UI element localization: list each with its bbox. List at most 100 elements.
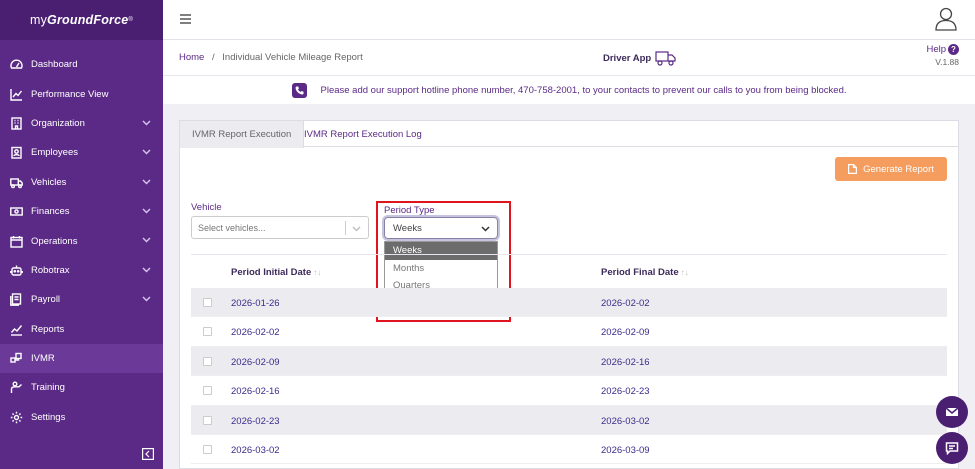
tab-ivmr-report-execution-log[interactable]: IVMR Report Execution Log (292, 121, 434, 147)
breadcrumb: Home / Individual Vehicle Mileage Report (179, 52, 363, 63)
row-checkbox[interactable] (203, 298, 212, 307)
chevron-down-icon (142, 118, 152, 128)
period-initial-date: 2026-02-23 (231, 415, 280, 427)
table-body: 2026-01-26 2026-02-02 2026-02-02 2026-02-09… (191, 288, 947, 465)
row-checkbox[interactable] (203, 415, 212, 425)
tab-ivmr-report-execution[interactable]: IVMR Report Execution (180, 121, 305, 148)
money-icon (9, 205, 23, 219)
period-initial-date: 2026-02-16 (231, 386, 280, 398)
help-icon: ? (948, 44, 959, 55)
table-row[interactable]: 2026-02-23 2026-03-02 (191, 405, 947, 435)
period-initial-date: 2026-02-02 (231, 327, 280, 339)
truck-icon (9, 175, 23, 189)
period-type-select[interactable]: Weeks (384, 217, 498, 239)
version-label: V.1.88 (935, 57, 959, 67)
training-icon (9, 381, 23, 395)
phone-icon (291, 82, 307, 98)
user-icon[interactable] (935, 7, 957, 31)
row-checkbox[interactable] (203, 444, 212, 454)
logo-prefix: my (29, 13, 48, 27)
chat-button[interactable] (936, 432, 968, 464)
period-final-date: 2026-03-02 (601, 415, 650, 427)
vehicle-select[interactable]: Select vehicles... (191, 216, 369, 239)
sidebar-item-label: Robotrax (31, 264, 70, 276)
sidebar-item-settings[interactable]: Settings (0, 403, 163, 432)
sidebar-item-training[interactable]: Training (0, 373, 163, 402)
row-checkbox[interactable] (203, 386, 212, 396)
sidebar-item-label: Settings (31, 411, 66, 423)
sidebar-item-vehicles[interactable]: Vehicles (0, 168, 163, 197)
column-header-label: Period Initial Date (231, 267, 312, 278)
column-header-label: Period Final Date (601, 267, 679, 278)
table-row[interactable]: 2026-03-02 2026-03-09 (191, 435, 947, 465)
sidebar-item-label: Reports (31, 323, 65, 335)
breadcrumb-home[interactable]: Home (179, 52, 204, 63)
period-type-value: Weeks (393, 222, 422, 234)
sidebar-item-operations[interactable]: Operations (0, 226, 163, 255)
menu-icon[interactable] (180, 14, 191, 24)
sort-icon[interactable]: ↑↓ (681, 268, 689, 277)
chevron-down-icon (142, 235, 152, 245)
sidebar-item-robotrax[interactable]: Robotrax (0, 256, 163, 285)
sidebar-item-organization[interactable]: Organization (0, 109, 163, 138)
period-initial-date: 2026-02-09 (231, 356, 280, 368)
top-bar (163, 0, 975, 40)
chat-icon (945, 442, 959, 455)
sidebar-item-finances[interactable]: Finances (0, 197, 163, 226)
period-final-date: 2026-02-09 (601, 327, 650, 339)
period-initial-date: 2026-03-02 (231, 444, 280, 456)
chevron-down-icon (142, 206, 152, 216)
column-header-final-date[interactable]: Period Final Date ↑↓ (601, 267, 689, 278)
sidebar-item-label: IVMR (31, 353, 55, 365)
period-final-date: 2026-02-02 (601, 298, 650, 309)
mail-button[interactable] (936, 396, 968, 428)
tab-bar: IVMR Report Execution IVMR Report Execut… (180, 121, 958, 148)
select-separator (345, 221, 346, 235)
sidebar-item-dashboard[interactable]: Dashboard (0, 50, 163, 79)
chart-line-icon (9, 87, 23, 101)
period-final-date: 2026-02-16 (601, 356, 650, 368)
id-badge-icon (9, 146, 23, 160)
generate-report-button[interactable]: Generate Report (835, 157, 947, 181)
app-logo[interactable]: my GroundForce ® (0, 0, 163, 40)
sidebar-item-label: Organization (31, 117, 85, 129)
help-link[interactable]: Help? V.1.88 (926, 44, 959, 67)
sidebar-item-label: Employees (31, 147, 78, 159)
sort-icon[interactable]: ↑↓ (313, 268, 321, 277)
breadcrumb-current: Individual Vehicle Mileage Report (222, 52, 363, 63)
logo-mark: ® (128, 17, 134, 23)
help-label: Help (926, 44, 946, 55)
table-row[interactable]: 2026-02-16 2026-02-23 (191, 376, 947, 406)
table-header: Period Initial Date ↑↓ Period Final Date ↑… (191, 254, 947, 288)
chevron-down-icon (142, 294, 152, 304)
sidebar-nav: Dashboard Performance View Organization Emp… (0, 50, 163, 432)
breadcrumb-separator: / (211, 52, 215, 63)
chevron-down-icon (142, 177, 152, 187)
period-final-date: 2026-03-09 (601, 444, 650, 456)
ivmr-icon (9, 352, 23, 366)
vehicle-placeholder: Select vehicles... (198, 222, 266, 233)
sidebar-item-payroll[interactable]: Payroll (0, 285, 163, 314)
notice-text: Please add our support hotline phone num… (320, 84, 847, 96)
mail-icon (945, 407, 959, 416)
chevron-down-icon (352, 224, 361, 233)
building-icon (9, 116, 23, 130)
chevron-down-icon (142, 147, 152, 157)
table-row[interactable]: 2026-02-09 2026-02-16 (191, 346, 947, 377)
driver-app-link[interactable]: Driver App (603, 50, 677, 66)
generate-report-label: Generate Report (863, 163, 934, 175)
row-checkbox[interactable] (203, 356, 212, 366)
vehicle-label: Vehicle (191, 202, 222, 213)
table-row[interactable]: 2026-01-26 2026-02-02 (191, 288, 947, 318)
sidebar-item-employees[interactable]: Employees (0, 138, 163, 167)
table-row[interactable]: 2026-02-02 2026-02-09 (191, 317, 947, 347)
collapse-sidebar-icon[interactable] (142, 448, 155, 461)
sidebar-item-reports[interactable]: Reports (0, 315, 163, 344)
sidebar-item-performance-view[interactable]: Performance View (0, 79, 163, 108)
row-checkbox[interactable] (203, 327, 212, 337)
chevron-down-icon (481, 224, 490, 233)
gear-icon (9, 410, 23, 424)
sidebar-item-ivmr[interactable]: IVMR (0, 343, 163, 374)
column-header-initial-date[interactable]: Period Initial Date ↑↓ (231, 267, 321, 278)
sidebar-item-label: Vehicles (31, 176, 67, 188)
